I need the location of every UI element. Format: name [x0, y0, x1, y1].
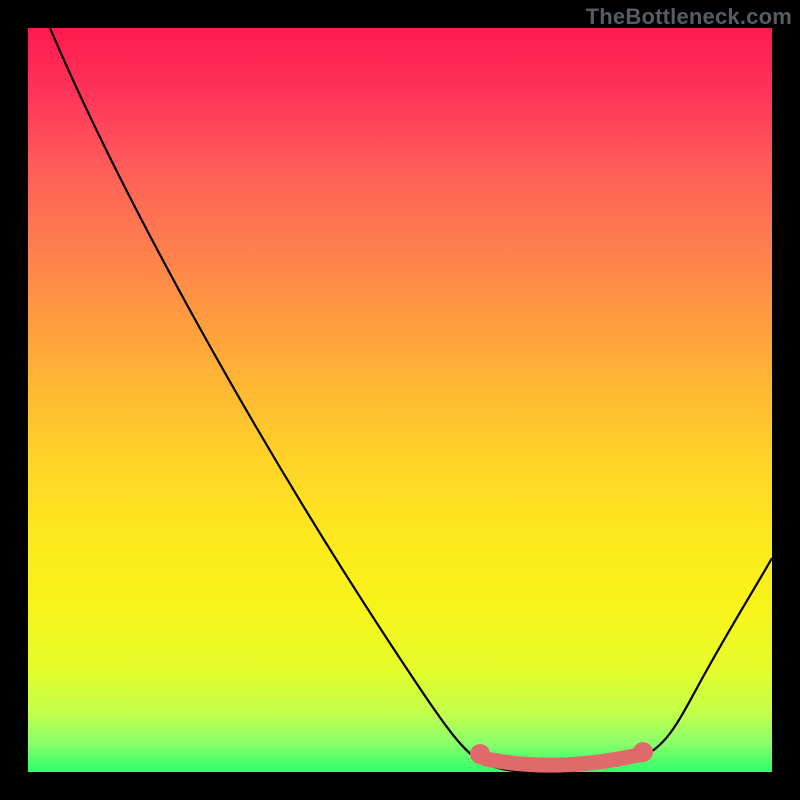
optimal-range-end-dot: [633, 742, 653, 762]
watermark-text: TheBottleneck.com: [586, 4, 792, 30]
bottleneck-curve-svg: [28, 28, 772, 772]
chart-plot-area: [28, 28, 772, 772]
optimal-range-highlight: [486, 755, 638, 765]
bottleneck-curve-line: [50, 28, 772, 772]
